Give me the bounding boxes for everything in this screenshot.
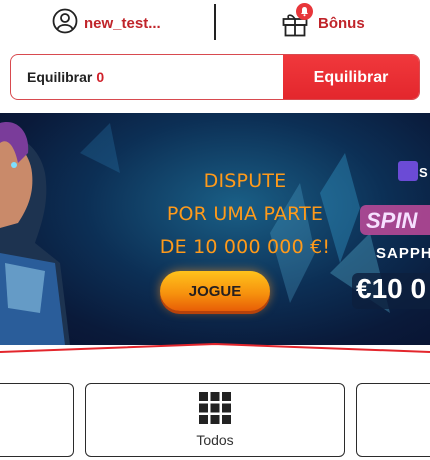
user-account-button[interactable]: new_test... [52, 8, 161, 39]
balance-panel: Equilibrar 0 Equilibrar [10, 54, 420, 100]
balance-amount: 0 [96, 69, 105, 85]
category-tile-previous[interactable] [0, 383, 74, 457]
headline-line-1: DISPUTE [203, 170, 287, 192]
top-bar: new_test... Bônus [0, 0, 430, 46]
section-divider [0, 342, 430, 353]
prize-amount: €10 0 [356, 273, 427, 304]
game-title-line1: SPIN [366, 208, 418, 233]
bonus-button[interactable]: Bônus [282, 3, 365, 37]
grid-icon [199, 392, 231, 429]
deposit-button[interactable]: Equilibrar [283, 55, 419, 99]
user-icon [52, 8, 78, 39]
notification-badge [296, 3, 313, 20]
category-label-all: Todos [196, 432, 234, 448]
header-divider [214, 4, 216, 40]
headline-line-3: DE 10 000 000 €! [159, 236, 331, 258]
headline-line-2: POR UMA PARTE [166, 203, 324, 225]
balance-text: Equilibrar 0 [27, 69, 104, 85]
promo-banner[interactable]: S SPIN SAPPH €10 0 DISPUTE POR UMA PARTE… [0, 113, 430, 345]
balance-label: Equilibrar [27, 69, 93, 85]
category-tile-all[interactable]: Todos [85, 383, 345, 457]
banner-headline: DISPUTE POR UMA PARTE DE 10 000 000 €! [120, 165, 370, 264]
game-title-line2: SAPPH [376, 245, 430, 262]
bonus-label: Bônus [318, 14, 365, 32]
username: new_test... [84, 15, 161, 32]
play-button[interactable]: JOGUE [160, 271, 270, 311]
provider-badge: S [419, 165, 428, 180]
category-tile-next[interactable] [356, 383, 430, 457]
